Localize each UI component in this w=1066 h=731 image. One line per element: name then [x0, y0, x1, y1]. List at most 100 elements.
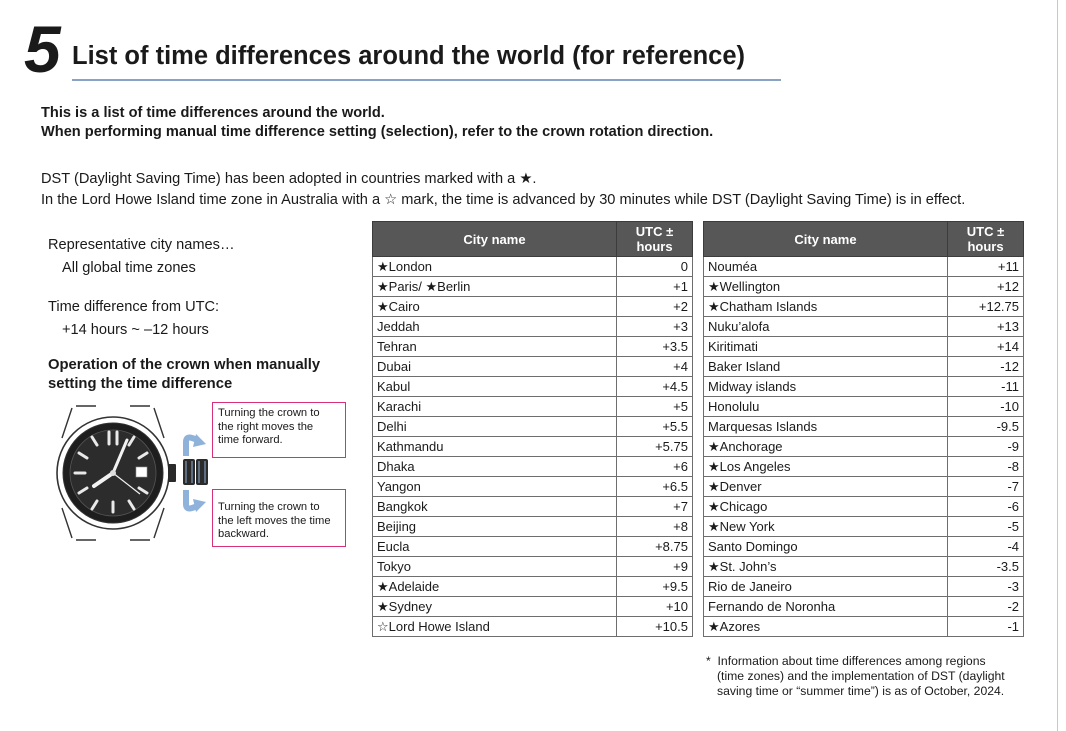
- table-row: ★Chicago -6: [703, 496, 1024, 517]
- left-info-panel: Representative city names… All global ti…: [48, 234, 358, 342]
- utc-offset-cell: +8.75: [616, 536, 693, 557]
- city-name-cell: ★Los Angeles: [703, 456, 948, 477]
- utc-offset-cell: +4: [616, 356, 693, 377]
- section-number: 5: [24, 12, 61, 86]
- table-header-row: City name UTC ± hours: [703, 221, 1024, 257]
- page-title: List of time differences around the worl…: [72, 42, 746, 70]
- table-row: ★St. John’s -3.5: [703, 556, 1024, 577]
- crown-rotate-right-arrow-icon: [183, 434, 206, 456]
- city-name-cell: Dubai: [372, 356, 617, 377]
- utc-offset-cell: +10.5: [616, 616, 693, 637]
- table-row: Marquesas Islands -9.5: [703, 416, 1024, 437]
- utc-offset-cell: -12: [947, 356, 1024, 377]
- utc-offset-cell: -4: [947, 536, 1024, 557]
- crown-rotate-left-arrow-icon: [183, 490, 206, 512]
- table-row: ★Chatham Islands +12.75: [703, 296, 1024, 317]
- table-header-row: City name UTC ± hours: [372, 221, 693, 257]
- utc-header-line-2: hours: [967, 239, 1004, 254]
- utc-header-line-1: UTC ±: [635, 224, 674, 239]
- utc-offset-cell: +3.5: [616, 336, 693, 357]
- city-name-cell: Tokyo: [372, 556, 617, 577]
- table-row: Tehran +3.5: [372, 336, 693, 357]
- table-row: Eucla +8.75: [372, 536, 693, 557]
- city-name-cell: ★Azores: [703, 616, 948, 637]
- callout-right-line: the right moves the: [218, 420, 314, 433]
- city-name-cell: Baker Island: [703, 356, 948, 377]
- city-name-cell: Fernando de Noronha: [703, 596, 948, 617]
- utc-offset-cell: -1: [947, 616, 1024, 637]
- utc-offset-cell: +1: [616, 276, 693, 297]
- city-name-cell: ★Chatham Islands: [703, 296, 948, 317]
- representative-cities-label: Representative city names…: [48, 237, 235, 253]
- table-row: ★London 0: [372, 256, 693, 277]
- utc-offset-cell: +11: [947, 256, 1024, 277]
- table-row: ★Sydney +10: [372, 596, 693, 617]
- city-name-cell: Santo Domingo: [703, 536, 948, 557]
- dst-note-line-2: In the Lord Howe Island time zone in Aus…: [41, 192, 966, 208]
- city-name-cell: ★Wellington: [703, 276, 948, 297]
- footnote-marker: *: [706, 654, 711, 668]
- utc-offset-cell: -11: [947, 376, 1024, 397]
- callout-left-line: Turning the crown to: [218, 501, 320, 513]
- city-name-cell: ★Sydney: [372, 596, 617, 617]
- table-row: Dhaka +6: [372, 456, 693, 477]
- utc-offset-cell: -10: [947, 396, 1024, 417]
- table-row: Tokyo +9: [372, 556, 693, 577]
- title-underline: [72, 79, 781, 81]
- utc-offset-cell: +6.5: [616, 476, 693, 497]
- table-row: ★Wellington +12: [703, 276, 1024, 297]
- utc-hours-header: UTC ± hours: [616, 221, 693, 257]
- utc-offset-cell: +10: [616, 596, 693, 617]
- time-zone-table-1: City name UTC ± hours ★London 0 ★Paris/ ★Be…: [372, 221, 693, 637]
- table-row: Nuku’alofa +13: [703, 316, 1024, 337]
- table-row: Dubai +4: [372, 356, 693, 377]
- city-name-cell: ★Anchorage: [703, 436, 948, 457]
- city-name-cell: ★Adelaide: [372, 576, 617, 597]
- city-name-cell: Eucla: [372, 536, 617, 557]
- utc-range-label: Time difference from UTC:: [48, 299, 220, 315]
- utc-offset-cell: +9: [616, 556, 693, 577]
- utc-hours-header: UTC ± hours: [947, 221, 1024, 257]
- city-name-header: City name: [372, 221, 617, 257]
- intro-line-1: This is a list of time differences aroun…: [41, 105, 385, 121]
- wristwatch-icon: [56, 405, 208, 541]
- footnote-line-1: * Information about time differences amo…: [706, 654, 1005, 669]
- callout-right-line: time forward.: [218, 434, 283, 446]
- callout-left-line: the left moves the time: [218, 514, 331, 527]
- table-row: ★Anchorage -9: [703, 436, 1024, 457]
- utc-offset-cell: -9: [947, 436, 1024, 457]
- utc-offset-cell: +2: [616, 296, 693, 317]
- table-row: ★Cairo +2: [372, 296, 693, 317]
- city-name-cell: ★Chicago: [703, 496, 948, 517]
- city-name-cell: Honolulu: [703, 396, 948, 417]
- callout-right-line: Turning the crown to: [218, 407, 320, 419]
- city-name-cell: ★New York: [703, 516, 948, 537]
- utc-offset-cell: +5: [616, 396, 693, 417]
- table-row: Delhi +5.5: [372, 416, 693, 437]
- city-name-cell: Kathmandu: [372, 436, 617, 457]
- crown-operation-heading: Operation of the crown when manually set…: [48, 356, 320, 394]
- city-name-cell: ★Paris/ ★Berlin: [372, 276, 617, 297]
- intro-line-2: When performing manual time difference s…: [41, 124, 714, 140]
- city-name-cell: Bangkok: [372, 496, 617, 517]
- table-row: Yangon +6.5: [372, 476, 693, 497]
- table-row: ★Adelaide +9.5: [372, 576, 693, 597]
- utc-offset-cell: -3: [947, 576, 1024, 597]
- utc-offset-cell: -2: [947, 596, 1024, 617]
- utc-range-value: +14 hours ~ –12 hours: [62, 322, 209, 338]
- utc-offset-cell: +5.5: [616, 416, 693, 437]
- utc-offset-cell: -9.5: [947, 416, 1024, 437]
- utc-offset-cell: -3.5: [947, 556, 1024, 577]
- utc-offset-cell: -8: [947, 456, 1024, 477]
- city-name-cell: Yangon: [372, 476, 617, 497]
- utc-offset-cell: +9.5: [616, 576, 693, 597]
- table-row: ★Paris/ ★Berlin +1: [372, 276, 693, 297]
- table-row: Kabul +4.5: [372, 376, 693, 397]
- table-row: ★New York -5: [703, 516, 1024, 537]
- callout-crown-right: Turning the crown to the right moves the…: [212, 402, 346, 458]
- utc-offset-cell: +14: [947, 336, 1024, 357]
- table-2-body: Nouméa +11 ★Wellington +12 ★Chatham Islands +…: [703, 256, 1024, 637]
- utc-offset-cell: +8: [616, 516, 693, 537]
- table-row: Honolulu -10: [703, 396, 1024, 417]
- table-row: ★Denver -7: [703, 476, 1024, 497]
